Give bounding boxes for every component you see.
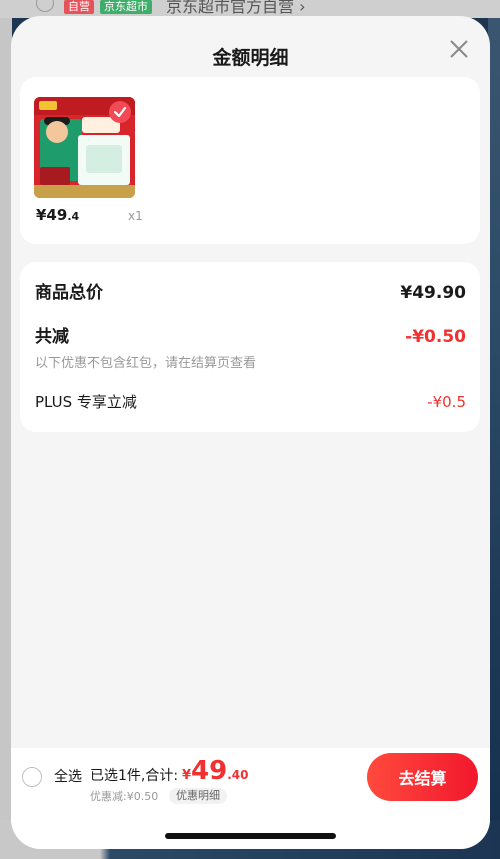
reduction-value: -¥0.50 (405, 327, 466, 347)
brand-logo (39, 101, 57, 110)
background-shop-name: 京东超市官方自营 › (166, 0, 306, 16)
product-price: ¥49.4 (36, 206, 80, 224)
modal-title: 金额明细 (212, 47, 289, 69)
amount-detail-modal: 金额明细 ¥49.4 x1 商品总价 ¥49.90 共减 -¥0.50 以下优惠… (11, 16, 490, 849)
select-all-label[interactable]: 全选 (54, 769, 82, 785)
plus-discount-value: -¥0.5 (427, 393, 466, 411)
summary-card: 商品总价 ¥49.90 共减 -¥0.50 以下优惠不包含红包，请在结算页查看 … (20, 262, 480, 432)
product-card: ¥49.4 x1 (20, 77, 480, 244)
plus-discount-label: PLUS 专享立减 (35, 393, 137, 411)
self-run-tag: 自营 (64, 0, 94, 14)
market-tag: 京东超市 (100, 0, 152, 14)
checkout-button[interactable]: 去结算 (367, 753, 478, 801)
selected-check-badge (109, 101, 131, 123)
discount-detail-button[interactable]: 优惠明细 (169, 788, 227, 804)
product-quantity: x1 (128, 209, 143, 223)
check-icon (113, 106, 127, 118)
close-button[interactable] (448, 38, 470, 60)
total-price-label: 商品总价 (35, 283, 103, 303)
product-thumbnail[interactable] (34, 97, 135, 198)
background-radio (36, 0, 54, 12)
home-indicator (165, 833, 336, 839)
close-icon (450, 40, 468, 58)
reduction-note: 以下优惠不包含红包，请在结算页查看 (35, 356, 257, 371)
checkout-bar: 全选 已选1件,合计: ¥49.40 优惠减:¥0.50 优惠明细 去结算 (11, 748, 490, 849)
selected-count-text: 已选1件,合计: (90, 768, 179, 784)
reduction-label: 共减 (35, 327, 69, 347)
select-all-radio[interactable] (22, 767, 42, 787)
discount-text: 优惠减:¥0.50 (90, 790, 159, 803)
total-price-value: ¥49.90 (400, 283, 466, 303)
total-amount: ¥49.40 (182, 756, 249, 786)
